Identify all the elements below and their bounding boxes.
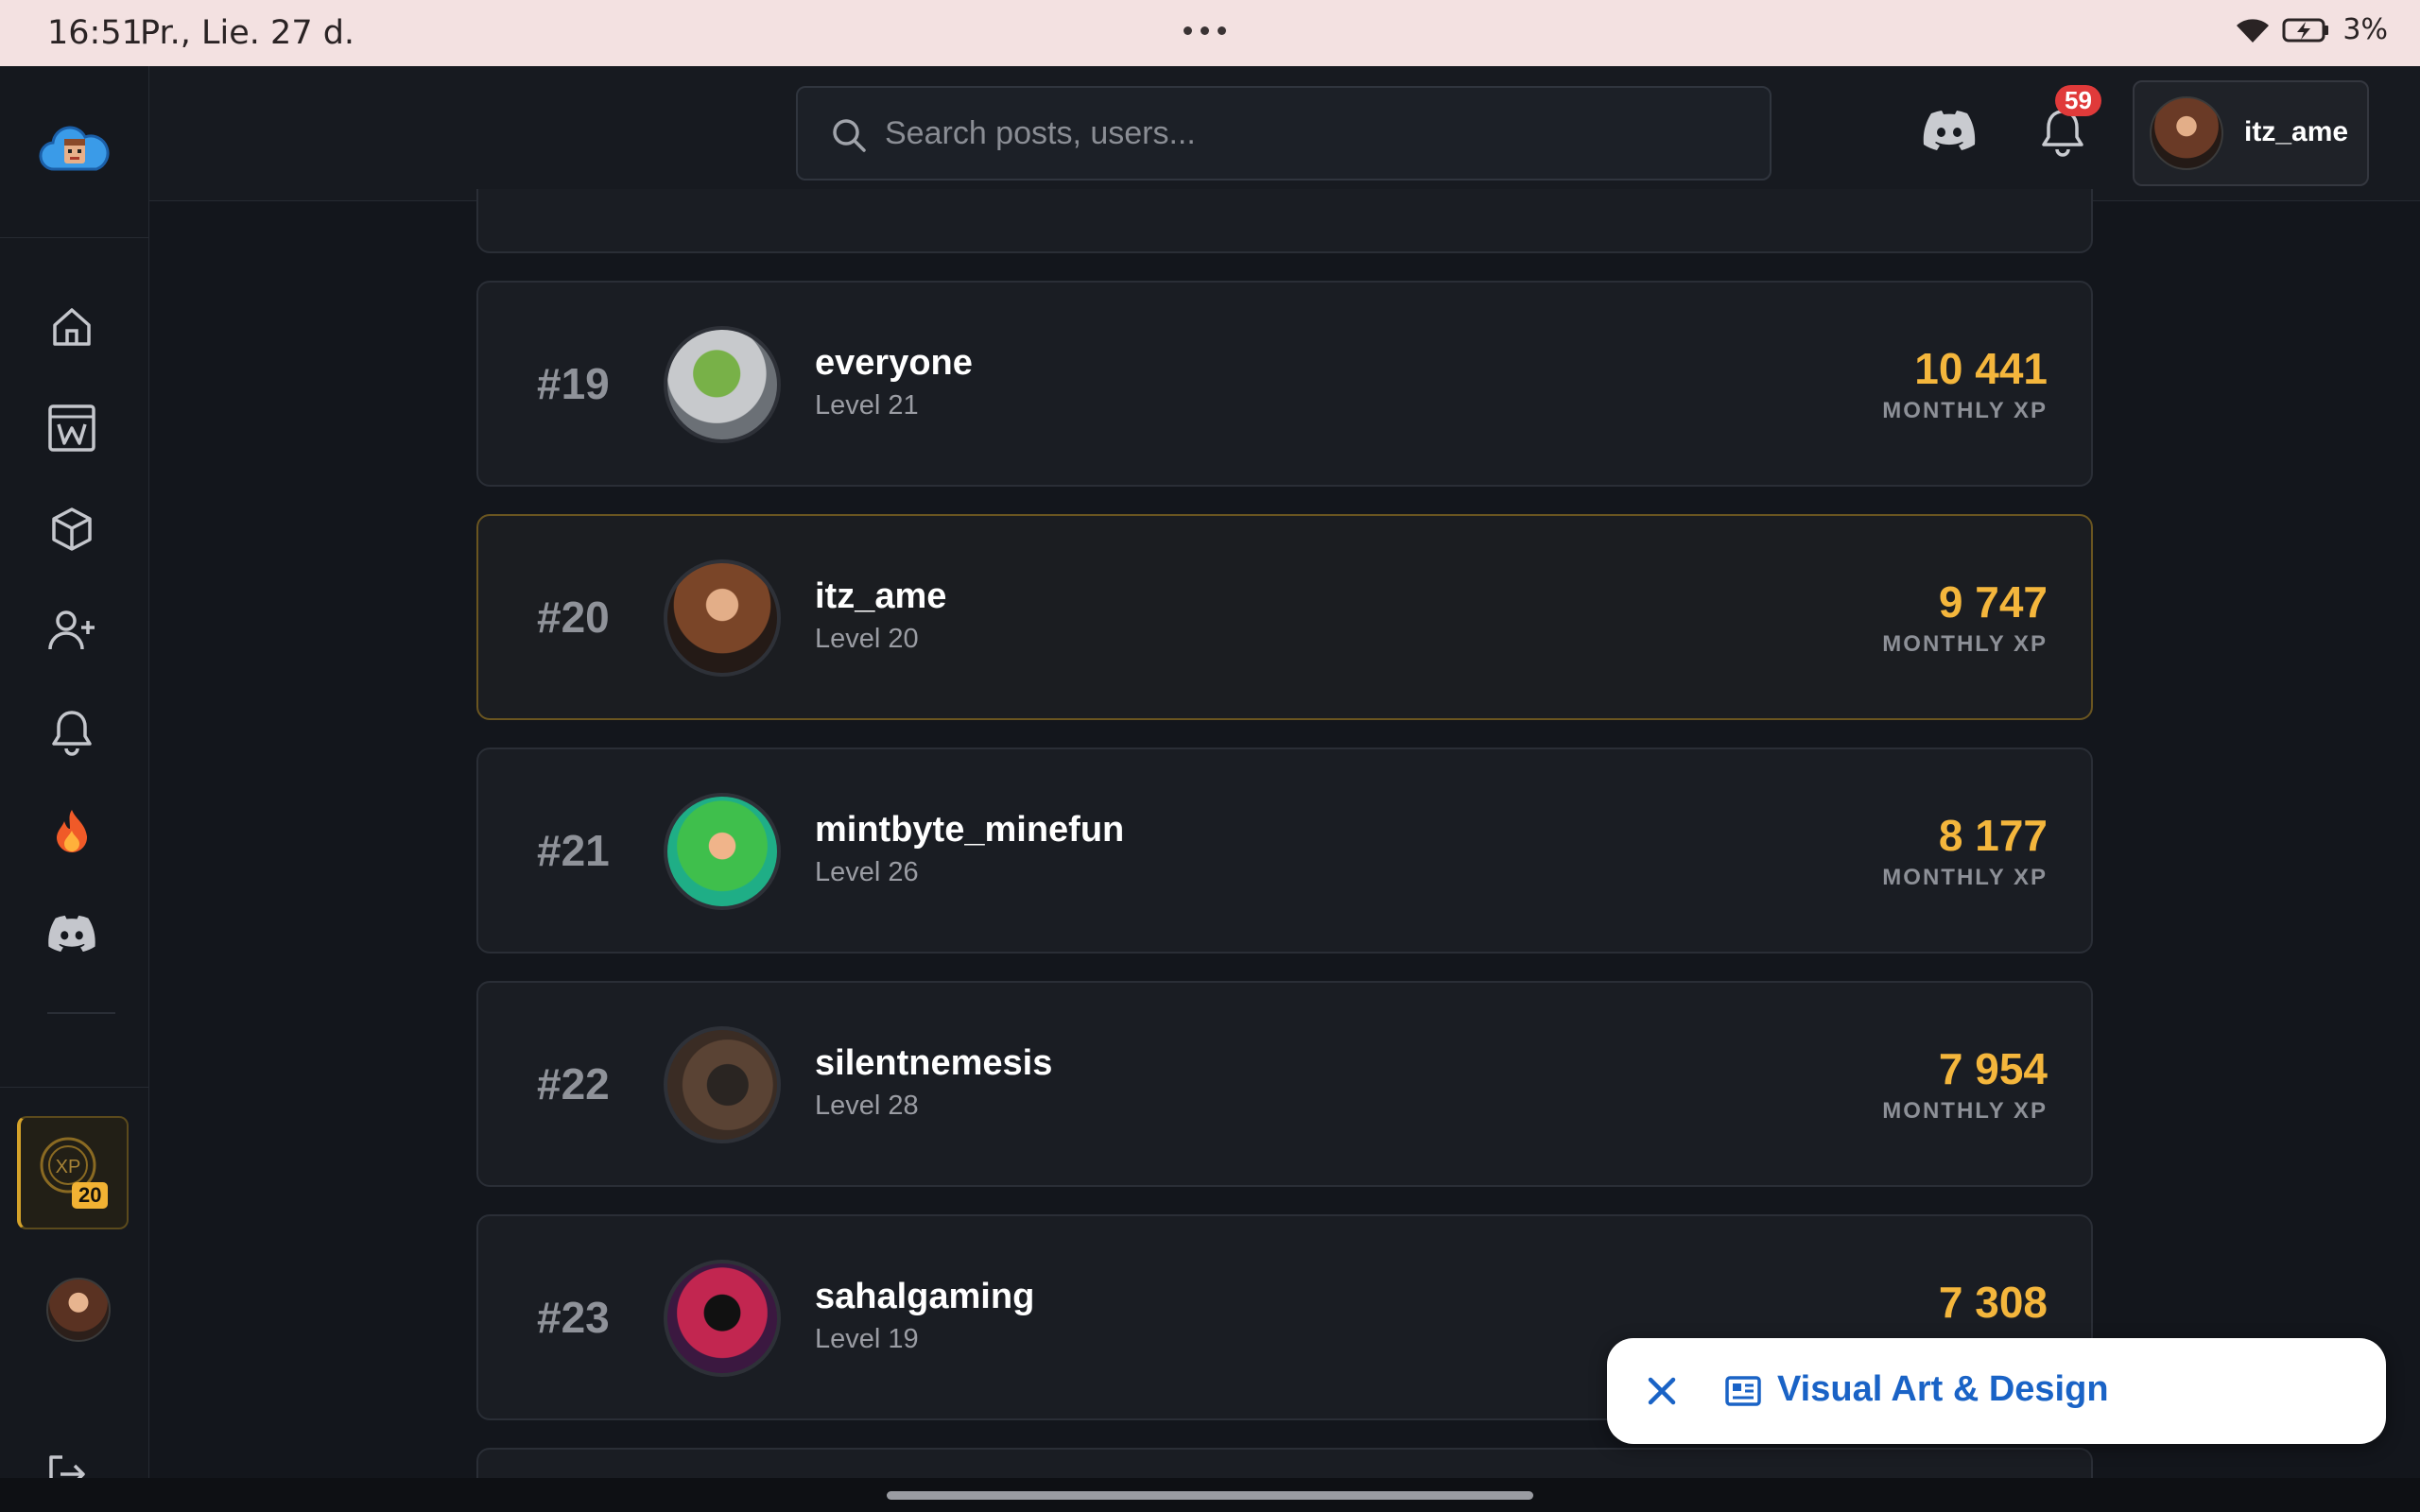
discord-icon[interactable] [1923,110,1976,151]
battery-percent: 3% [2342,13,2388,46]
xp-level-badge: 20 [72,1182,109,1209]
leaderboard-row[interactable]: #22 silentnemesis Level 28 7 954 MONTHLY… [476,981,2093,1187]
topic-chip-label: Visual Art & Design [1777,1369,2109,1409]
logo-area [0,66,148,238]
fire-icon [57,810,88,853]
rank-label: #23 [537,1293,610,1342]
sidebar-item-add-friend[interactable] [43,602,100,659]
xp-level-button[interactable]: XP 20 [17,1116,129,1229]
user-avatar [664,793,781,910]
username[interactable]: mintbyte_minefun [815,810,1124,850]
status-date: Pr., Lie. 27 d. [140,14,355,52]
user-avatar [664,326,781,443]
header-username: itz_ame [2244,116,2349,147]
user-level: Level 19 [815,1324,919,1354]
status-bar: 16:51 Pr., Lie. 27 d. 3% [0,0,2420,66]
search-box[interactable] [796,86,1772,180]
username[interactable]: itz_ame [815,576,946,617]
username[interactable]: sahalgaming [815,1277,1034,1317]
bell-icon [52,711,92,756]
user-avatar [664,559,781,677]
sidebar: XP 20 [0,66,149,1493]
article-icon [1725,1376,1761,1406]
sidebar-divider [0,1087,148,1088]
rank-label: #21 [537,826,610,875]
app-logo-icon[interactable] [38,120,110,177]
monthly-xp-label: MONTHLY XP [1882,865,2048,890]
rank-label: #22 [537,1059,610,1108]
sidebar-item-notifications[interactable] [43,703,100,760]
monthly-xp-value: 7 954 [1938,1044,2048,1093]
wifi-icon [2237,18,2270,43]
rank-label: #20 [537,593,610,642]
monthly-xp-value: 10 441 [1914,344,2048,393]
sidebar-item-packages[interactable] [43,501,100,558]
user-menu-button[interactable]: itz_ame [2133,80,2369,186]
top-header: 59 itz_ame [149,66,2420,201]
battery-charging-icon [2282,18,2329,42]
monthly-xp-label: MONTHLY XP [1882,631,2048,657]
xp-text: XP [56,1157,81,1177]
sidebar-item-home[interactable] [43,299,100,355]
user-avatar [664,1026,781,1143]
gesture-handle[interactable] [887,1491,1533,1500]
add-user-icon [48,610,95,650]
search-icon [833,119,866,152]
leaderboard-row-current-user[interactable]: #20 itz_ame Level 20 9 747 MONTHLY XP [476,514,2093,720]
user-level: Level 26 [815,857,919,887]
user-level: Level 20 [815,624,919,654]
discord-icon [48,915,95,953]
profile-avatar[interactable] [46,1278,111,1342]
notification-count-badge: 59 [2055,85,2101,116]
cube-icon [52,507,92,551]
topic-filter-chip[interactable]: Visual Art & Design [1607,1338,2386,1444]
leaderboard-row[interactable]: #21 mintbyte_minefun Level 26 8 177 MONT… [476,747,2093,954]
more-dots-icon[interactable] [1184,26,1226,35]
sidebar-divider [47,1012,115,1014]
home-icon [53,308,91,346]
user-level: Level 21 [815,390,919,421]
rank-label: #19 [537,359,610,408]
wiki-icon [48,404,95,452]
leaderboard-row[interactable]: #19 everyone Level 21 10 441 MONTHLY XP [476,281,2093,487]
search-input[interactable] [885,107,1736,160]
sidebar-item-wiki[interactable] [43,400,100,456]
monthly-xp-value: 9 747 [1938,577,2048,627]
user-avatar [664,1260,781,1377]
gesture-bar [0,1478,2420,1512]
monthly-xp-label: MONTHLY XP [1882,398,2048,423]
avatar [2150,96,2223,170]
user-level: Level 28 [815,1091,919,1121]
status-time: 16:51 [47,14,143,52]
sidebar-item-trending[interactable] [43,804,100,861]
monthly-xp-label: MONTHLY XP [1882,1098,2048,1124]
monthly-xp-value: 8 177 [1938,811,2048,860]
username[interactable]: silentnemesis [815,1043,1052,1084]
username[interactable]: everyone [815,343,973,384]
monthly-xp-value: 7 308 [1938,1278,2048,1327]
sidebar-item-discord[interactable] [43,905,100,962]
close-icon[interactable] [1641,1370,1683,1412]
